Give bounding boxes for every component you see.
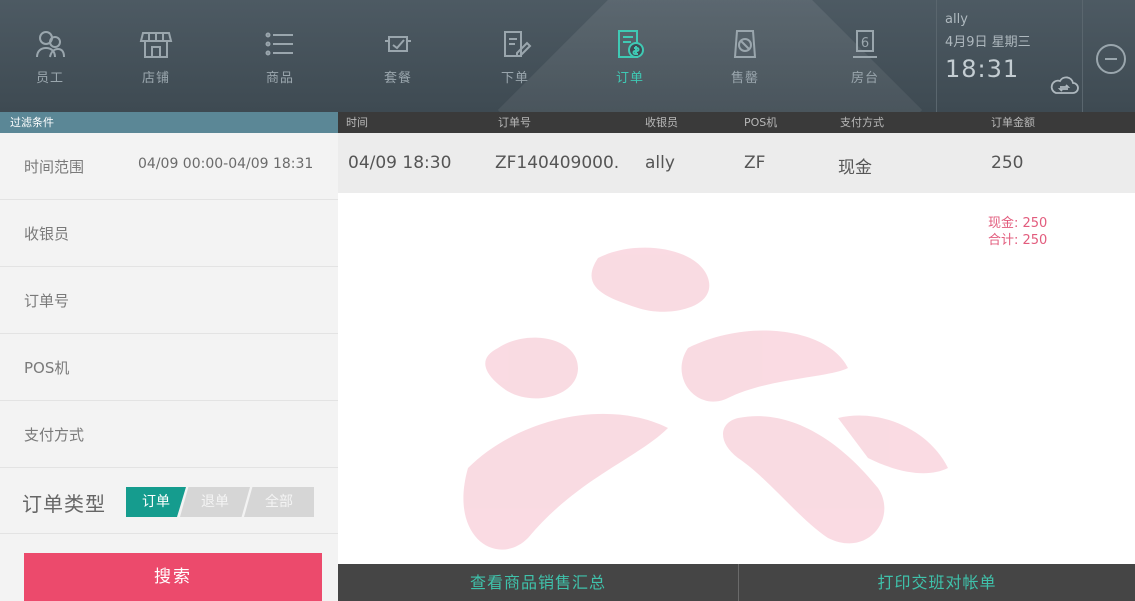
search-button[interactable]: 搜索 [24,553,322,601]
nav-item-sold-out[interactable]: 售罄 [695,0,795,112]
order-summary: 现金: 250 合计: 250 [988,215,1047,249]
nav-item-place-order[interactable]: 下单 [465,0,565,112]
order-type-option-all[interactable]: 全部 [244,487,314,517]
order-type-option-refunds[interactable]: 退单 [180,487,250,517]
filter-payment-method[interactable]: 支付方式 [0,401,338,468]
filter-time-range[interactable]: 时间范围 04/09 00:00-04/09 18:31 [0,133,338,200]
current-date: 4月9日 星期三 [945,35,1031,50]
exit-button[interactable] [1096,44,1126,74]
summary-total: 合计: 250 [988,233,1048,248]
filter-pos[interactable]: POS机 [0,334,338,401]
order-number: ZF140409000. [495,153,620,173]
column-header-time: 时间 [346,116,368,129]
order-type-label: 订单类型 [22,492,106,516]
summary-cash: 现金: 250 [988,216,1048,231]
order-type-option-orders[interactable]: 订单 [126,487,186,517]
filter-panel-header: 过滤条件 [0,112,338,133]
nav-label: 套餐 [383,70,412,86]
nav-label: 商品 [265,70,294,86]
nav-item-orders[interactable]: 订单 [580,0,680,112]
cloud-sync-icon[interactable] [1049,72,1079,98]
order-list-area: 04/09 18:30 ZF140409000. ally ZF 现金 250 … [338,133,1135,564]
filter-cashier[interactable]: 收银员 [0,200,338,267]
nav-item-staff[interactable]: 员工 [0,0,100,112]
filter-label: 支付方式 [24,426,85,444]
order-cashier: ally [645,153,675,173]
time-range-value: 04/09 00:00-04/09 18:31 [138,156,314,172]
order-pos: ZF [744,153,766,173]
nav-label: 订单 [615,70,644,86]
table-header: 时间 订单号 收银员 POS机 支付方式 订单金额 [338,112,1135,133]
nav-item-products[interactable]: 商品 [230,0,330,112]
user-name: ally [945,12,968,27]
print-shift-report-button[interactable]: 打印交班对帐单 [739,564,1135,601]
table-number: 6 [861,36,869,51]
table-row[interactable]: 04/09 18:30 ZF140409000. ally ZF 现金 250 [338,133,1135,193]
filter-label: POS机 [24,359,70,377]
place-order-icon [498,27,532,61]
list-icon [263,27,297,61]
nav-label: 员工 [35,70,64,86]
nav-item-store[interactable]: 店铺 [106,0,206,112]
order-type-row: 订单类型 订单 退单 全部 [0,468,338,534]
current-time: 18:31 [945,55,1020,83]
table-icon: 6 [848,27,882,61]
column-header-payment: 支付方式 [840,116,884,129]
filter-label: 时间范围 [24,158,85,176]
column-header-pos: POS机 [744,116,778,129]
nav-label: 售罄 [730,70,759,86]
filter-label: 订单号 [24,292,70,310]
filter-label: 收银员 [24,225,70,243]
top-nav-bar: 员工 店铺 商品 套餐 下单 订单 售罄 6 房台 ally 4月9日 星期三 … [0,0,1135,112]
bottom-action-bar: 查看商品销售汇总 打印交班对帐单 [338,564,1135,601]
filter-panel: 时间范围 04/09 00:00-04/09 18:31 收银员 订单号 POS… [0,133,338,601]
store-icon [139,27,173,61]
filter-order-number[interactable]: 订单号 [0,267,338,334]
combo-icon [381,27,415,61]
order-icon [613,27,647,61]
sold-out-icon [728,27,762,61]
nav-label: 店铺 [141,70,170,86]
column-header-amount: 订单金额 [991,116,1035,129]
column-header-cashier: 收银员 [645,116,678,129]
user-info-panel: ally 4月9日 星期三 18:31 [936,0,1083,112]
brand-watermark-icon [463,247,948,550]
order-payment: 现金 [838,158,872,178]
nav-label: 下单 [500,70,529,86]
staff-icon [33,27,67,61]
order-amount: 250 [991,153,1024,173]
nav-item-tables[interactable]: 6 房台 [815,0,915,112]
order-time: 04/09 18:30 [348,153,452,173]
column-header-order-no: 订单号 [498,116,531,129]
nav-item-combo[interactable]: 套餐 [348,0,448,112]
nav-label: 房台 [850,70,879,86]
view-sales-summary-button[interactable]: 查看商品销售汇总 [338,564,738,601]
